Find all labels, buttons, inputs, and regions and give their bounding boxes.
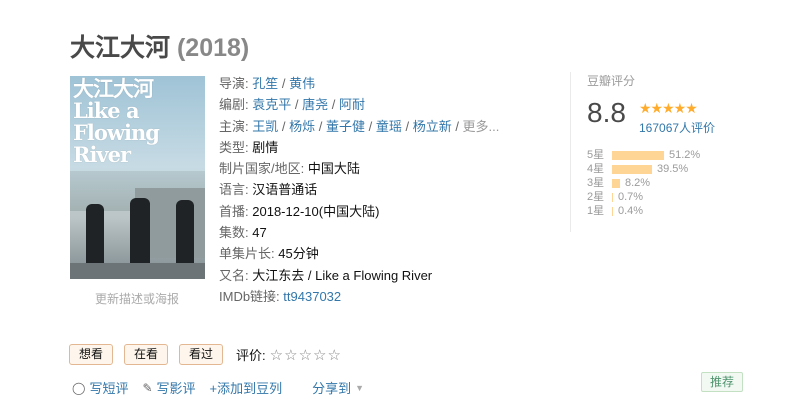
episodes-row: 集数: 47 — [219, 222, 509, 243]
runtime-row: 单集片长: 45分钟 — [219, 243, 509, 264]
recommend-button[interactable]: 推荐 — [701, 372, 744, 392]
poster-title: 大江大河 Like a Flowing River — [73, 76, 160, 167]
info-panel: 导演: 孔笙 / 黄伟 编剧: 袁克平 / 唐尧 / 阿耐 主演: 王凯 / 杨… — [219, 73, 509, 307]
rating-distribution-row: 5星 51.2% — [587, 148, 700, 162]
rating-distribution: 5星 51.2% 4星 39.5% 3星 8.2% 2星 0.7% 1星 0.4% — [587, 148, 700, 218]
share-link[interactable]: 分享到 ▼ — [312, 378, 364, 397]
aka-value: 大江东去 / Like a Flowing River — [252, 267, 433, 283]
want-to-watch-button[interactable]: 想看 — [69, 344, 114, 365]
imdb-row: IMDb链接: tt9437032 — [219, 286, 509, 307]
language-label: 语言: — [219, 182, 249, 198]
star-level-label: 4星 — [587, 163, 605, 175]
premiere-row: 首播: 2018-12-10(中国大陆) — [219, 201, 509, 222]
watched-button[interactable]: 看过 — [179, 344, 224, 365]
secondary-links: ◯ 写短评 ✎ 写影评 +添加到豆列 分享到 ▼ — [72, 378, 378, 397]
review-label: 写影评 — [156, 381, 196, 396]
premiere-label: 首播: — [219, 203, 249, 219]
rating-panel: 豆瓣评分 8.8 ★★★★★ 167067人评价 5星 51.2% 4星 39.5% 3… — [570, 72, 720, 232]
rate-label: 评价: — [236, 348, 266, 363]
short-review-link[interactable]: ◯ 写短评 — [72, 378, 128, 397]
rating-bar — [612, 178, 620, 188]
update-poster-link[interactable]: 更新描述或海报 — [95, 290, 179, 307]
short-review-label: 写短评 — [89, 381, 129, 396]
writer-link[interactable]: 袁克平 — [252, 97, 291, 112]
title-text: 大江大河 — [70, 34, 171, 62]
imdb-link[interactable]: tt9437032 — [283, 289, 341, 304]
runtime-label: 单集片长: — [219, 246, 275, 262]
cast-label: 主演: — [219, 118, 249, 134]
rating-percent: 0.7% — [618, 191, 644, 203]
cast-link[interactable]: 童瑶 — [376, 119, 402, 134]
director-link[interactable]: 孔笙 — [252, 76, 278, 91]
rating-bar — [612, 150, 664, 160]
genre-value: 剧情 — [252, 139, 279, 155]
add-to-list-link[interactable]: +添加到豆列 — [210, 378, 283, 397]
rating-percent: 8.2% — [625, 177, 651, 189]
star-level-label: 5星 — [587, 149, 605, 161]
cast-link[interactable]: 杨烁 — [289, 119, 315, 134]
rating-votes-link[interactable]: 167067人评价 — [639, 119, 715, 136]
rating-distribution-row: 1星 0.4% — [587, 204, 700, 218]
writer-label: 编剧: — [219, 97, 249, 113]
star-level-label: 2星 — [587, 191, 605, 203]
page-title: 大江大河 (2018) — [70, 28, 249, 64]
add-to-list-label: +添加到豆列 — [209, 381, 283, 396]
rating-percent: 0.4% — [618, 205, 644, 217]
rating-distribution-row: 2星 0.7% — [587, 190, 700, 204]
rating-stars-icon: ★★★★★ — [639, 100, 698, 116]
language-row: 语言: 汉语普通话 — [219, 179, 509, 200]
writer-link[interactable]: 唐尧 — [302, 97, 328, 112]
rating-bar — [612, 206, 613, 216]
pencil-icon: ✎ — [142, 380, 153, 395]
premiere-value: 2018-12-10(中国大陆) — [252, 203, 380, 219]
rating-heading: 豆瓣评分 — [587, 74, 636, 88]
writer-link[interactable]: 阿耐 — [339, 97, 365, 112]
cast-link[interactable]: 王凯 — [252, 119, 278, 134]
runtime-value: 45分钟 — [278, 246, 319, 262]
director-label: 导演: — [219, 76, 249, 91]
review-link[interactable]: ✎ 写影评 — [142, 378, 195, 397]
imdb-label: IMDb链接: — [219, 288, 280, 304]
cast-link[interactable]: 董子健 — [326, 119, 365, 134]
star-level-label: 3星 — [587, 177, 605, 189]
poster-ground — [70, 263, 205, 279]
language-value: 汉语普通话 — [252, 182, 318, 198]
genre-row: 类型: 剧情 — [219, 137, 509, 158]
rating-score: 8.8 — [587, 97, 626, 128]
share-label: 分享到 — [312, 381, 352, 396]
rating-bar — [612, 164, 652, 174]
cast-row: 主演: 王凯 / 杨烁 / 董子健 / 童瑶 / 杨立新 / 更多... — [219, 118, 500, 134]
country-label: 制片国家/地区: — [219, 161, 305, 177]
rate-stars-icon[interactable]: ☆☆☆☆☆ — [270, 346, 342, 364]
director-row: 导演: 孔笙 / 黄伟 — [219, 76, 316, 91]
writer-row: 编剧: 袁克平 / 唐尧 / 阿耐 — [219, 97, 365, 113]
watching-button[interactable]: 在看 — [124, 344, 169, 365]
country-value: 中国大陆 — [307, 161, 360, 177]
star-level-label: 1星 — [587, 205, 605, 217]
caret-down-icon: ▼ — [355, 382, 365, 393]
cast-link[interactable]: 杨立新 — [413, 119, 452, 134]
episodes-value: 47 — [252, 225, 267, 241]
genre-label: 类型: — [219, 139, 249, 155]
title-year: (2018) — [176, 34, 250, 62]
director-link[interactable]: 黄伟 — [289, 76, 315, 91]
action-bar: 想看 在看 看过 评价: ☆☆☆☆☆ — [69, 344, 342, 365]
episodes-label: 集数: — [219, 225, 249, 241]
rating-percent: 39.5% — [657, 163, 689, 175]
rating-bar — [612, 192, 613, 202]
country-row: 制片国家/地区: 中国大陆 — [219, 158, 509, 179]
rating-distribution-row: 3星 8.2% — [587, 176, 700, 190]
rating-distribution-row: 4星 39.5% — [587, 162, 700, 176]
poster-image[interactable]: 大江大河 Like a Flowing River — [70, 76, 205, 279]
rating-percent: 51.2% — [669, 149, 701, 161]
comment-icon: ◯ — [72, 380, 86, 395]
cast-more-link[interactable]: 更多... — [463, 119, 500, 134]
aka-row: 又名: 大江东去 / Like a Flowing River — [219, 265, 509, 286]
aka-label: 又名: — [219, 267, 249, 283]
